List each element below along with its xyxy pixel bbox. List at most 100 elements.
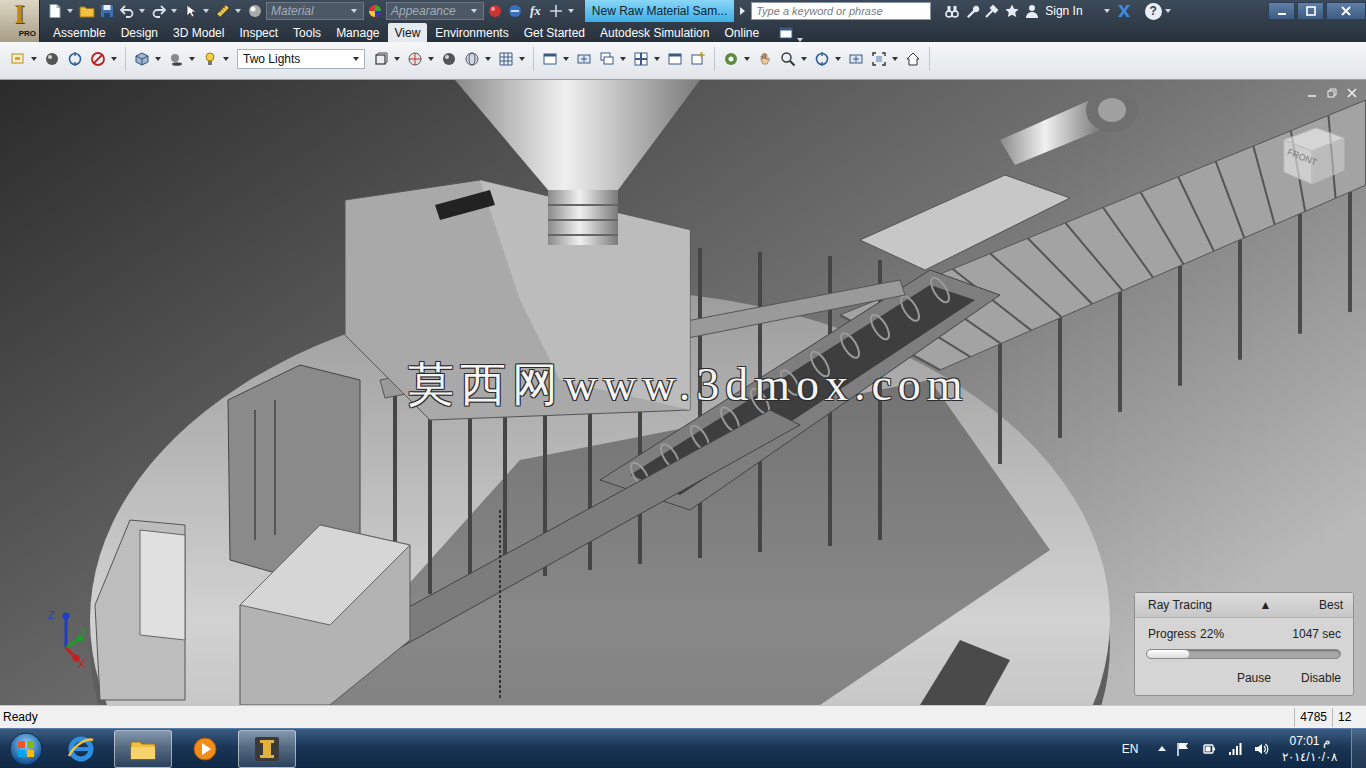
panel-toggle-icon[interactable] xyxy=(777,24,795,42)
ribbon-look-icon[interactable] xyxy=(573,48,595,70)
start-button[interactable] xyxy=(0,729,52,768)
help-button[interactable]: ? xyxy=(1145,3,1162,20)
collapse-toggle[interactable]: ▲ xyxy=(1260,596,1272,614)
inventor-taskbar-button[interactable] xyxy=(238,730,296,768)
ribbon-win-icon[interactable] xyxy=(664,48,686,70)
dropdown-arrow-icon[interactable] xyxy=(189,57,195,61)
ribbon-shadow-icon[interactable] xyxy=(165,48,187,70)
vmin-icon[interactable] xyxy=(1304,86,1320,100)
dropdown-arrow-icon[interactable] xyxy=(235,9,241,13)
dropdown-arrow-icon[interactable] xyxy=(171,9,177,13)
user-icon[interactable] xyxy=(1023,2,1041,20)
ribbon-newwin-icon[interactable] xyxy=(687,48,709,70)
subscription-icon[interactable] xyxy=(963,2,981,20)
ribbon-grid-icon[interactable] xyxy=(495,48,517,70)
ribbon-home-icon[interactable] xyxy=(902,48,924,70)
dropdown-arrow-icon[interactable] xyxy=(111,57,117,61)
material-combo[interactable]: Material xyxy=(266,2,364,20)
appearance-combo[interactable]: Appearance xyxy=(386,2,484,20)
dropdown-arrow-icon[interactable] xyxy=(654,57,660,61)
ribbon-sphere-icon[interactable] xyxy=(438,48,460,70)
dropdown-arrow-icon[interactable] xyxy=(801,57,807,61)
exchange-apps-icon[interactable] xyxy=(1115,2,1133,20)
input-language[interactable]: EN xyxy=(1122,740,1151,758)
ribbon-orbit-icon[interactable] xyxy=(811,48,833,70)
ribbon-fit-icon[interactable] xyxy=(868,48,890,70)
dropdown-arrow-icon[interactable] xyxy=(1165,9,1171,13)
ribbon-tab[interactable]: Environments xyxy=(428,23,515,42)
dropdown-arrow-icon[interactable] xyxy=(568,9,574,13)
dropdown-arrow-icon[interactable] xyxy=(428,57,434,61)
new-file-icon[interactable] xyxy=(46,2,64,20)
document-tab[interactable]: New Raw Material Sam... xyxy=(585,0,734,22)
close-button[interactable] xyxy=(1326,2,1366,20)
parameters-button[interactable]: fx xyxy=(526,1,545,21)
communication-icon[interactable] xyxy=(983,2,1001,20)
clock[interactable]: 07:01 م٢٠١٤/١٠/٠٨ xyxy=(1278,733,1343,765)
ray-tracing-button[interactable]: Disable xyxy=(1301,669,1341,687)
dropdown-arrow-icon[interactable] xyxy=(155,57,161,61)
ribbon-wheel-icon[interactable] xyxy=(720,48,742,70)
ribbon-look-icon[interactable] xyxy=(845,48,867,70)
dropdown-arrow-icon[interactable] xyxy=(744,57,750,61)
action-center-icon[interactable] xyxy=(1174,740,1192,758)
dropdown-arrow-icon[interactable] xyxy=(471,9,477,13)
dropdown-arrow-icon[interactable] xyxy=(835,57,841,61)
ribbon-zoom-icon[interactable] xyxy=(777,48,799,70)
adjust-appearance-icon[interactable] xyxy=(506,2,524,20)
ribbon-nosign-icon[interactable] xyxy=(87,48,109,70)
explorer-taskbar-button[interactable] xyxy=(114,730,172,768)
ribbon-lamp-icon[interactable] xyxy=(199,48,221,70)
ribbon-cube-icon[interactable] xyxy=(131,48,153,70)
view-cube-face-label[interactable]: FRONT xyxy=(1286,147,1319,168)
dropdown-arrow-icon[interactable] xyxy=(139,9,145,13)
dropdown-arrow-icon[interactable] xyxy=(1104,9,1110,13)
dropdown-arrow-icon[interactable] xyxy=(892,57,898,61)
select-icon[interactable] xyxy=(182,2,200,20)
dropdown-arrow-icon[interactable] xyxy=(351,9,357,13)
clear-appearance-icon[interactable] xyxy=(486,2,504,20)
measure-icon[interactable] xyxy=(214,2,232,20)
dropdown-arrow-icon[interactable] xyxy=(67,9,73,13)
application-menu-button[interactable]: IPRO xyxy=(0,0,40,42)
media-taskbar-button[interactable] xyxy=(176,730,234,768)
material-sphere-icon[interactable] xyxy=(246,2,264,20)
save-icon[interactable] xyxy=(98,2,116,20)
ribbon-cascade-icon[interactable] xyxy=(596,48,618,70)
ray-tracing-button[interactable]: Pause xyxy=(1237,669,1271,687)
ribbon-tab[interactable]: Design xyxy=(114,23,165,42)
dropdown-arrow-icon[interactable] xyxy=(620,57,626,61)
show-desktop-button[interactable] xyxy=(1351,729,1366,768)
ribbon-tab[interactable]: Inspect xyxy=(232,23,285,42)
sign-in-link[interactable]: Sign In xyxy=(1043,2,1100,20)
show-hidden-icons-icon[interactable] xyxy=(1158,746,1166,751)
ribbon-ortho-icon[interactable] xyxy=(370,48,392,70)
ribbon-ray-icon[interactable] xyxy=(404,48,426,70)
undo-icon[interactable] xyxy=(118,2,136,20)
ribbon-tab[interactable]: Autodesk Simulation xyxy=(593,23,716,42)
minimize-button[interactable] xyxy=(1268,2,1295,20)
add-tool-icon[interactable] xyxy=(547,2,565,20)
browser-taskbar-button[interactable] xyxy=(52,730,110,768)
ribbon-tab[interactable]: Tools xyxy=(286,23,328,42)
ribbon-hand-icon[interactable] xyxy=(754,48,776,70)
search-binoculars-icon[interactable] xyxy=(943,2,961,20)
vclose-icon[interactable] xyxy=(1344,86,1360,100)
redo-icon[interactable] xyxy=(150,2,168,20)
quality-setting[interactable]: Best xyxy=(1319,596,1343,614)
ribbon-tab[interactable]: 3D Model xyxy=(166,23,231,42)
dropdown-arrow-icon[interactable] xyxy=(203,9,209,13)
power-icon[interactable] xyxy=(1200,740,1218,758)
ribbon-tab[interactable]: Online xyxy=(717,23,766,42)
ribbon-tab[interactable]: Assemble xyxy=(46,23,113,42)
dropdown-arrow-icon[interactable] xyxy=(31,57,37,61)
expand-arrow-icon[interactable] xyxy=(740,7,745,15)
ribbon-tab[interactable]: Manage xyxy=(329,23,386,42)
open-icon[interactable] xyxy=(78,2,96,20)
ribbon-tile-icon[interactable] xyxy=(630,48,652,70)
ribbon-orbit-icon[interactable] xyxy=(64,48,86,70)
dropdown-arrow-icon[interactable] xyxy=(223,57,229,61)
volume-icon[interactable] xyxy=(1252,740,1270,758)
lighting-style-dropdown[interactable]: Two Lights xyxy=(237,49,365,69)
ribbon-sphere-icon[interactable] xyxy=(41,48,63,70)
